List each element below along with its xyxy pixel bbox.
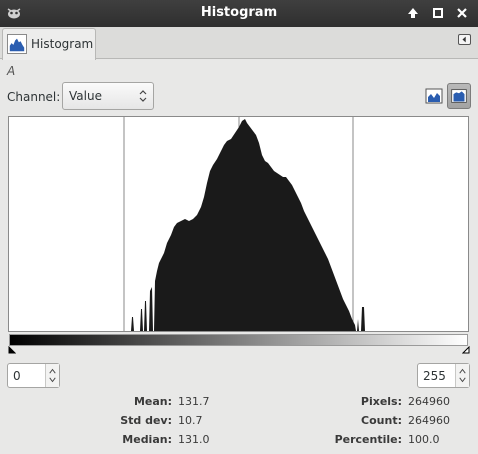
log-histogram-button[interactable] bbox=[447, 83, 471, 109]
high-range-handle[interactable] bbox=[462, 346, 470, 354]
spin-arrows-icon[interactable] bbox=[45, 364, 59, 387]
count-value: 264960 bbox=[408, 414, 450, 427]
range-low-spinner[interactable]: 0 bbox=[7, 363, 60, 388]
maximize-icon[interactable] bbox=[431, 6, 445, 20]
channel-value: Value bbox=[69, 89, 102, 103]
histogram-fill bbox=[9, 119, 468, 331]
median-label: Median: bbox=[122, 433, 172, 446]
stddev-label: Std dev: bbox=[120, 414, 172, 427]
histogram-chart bbox=[9, 117, 468, 331]
histogram-icon bbox=[7, 34, 27, 54]
close-icon[interactable] bbox=[455, 6, 469, 20]
range-high-spinner[interactable]: 255 bbox=[417, 363, 470, 388]
pixels-value: 264960 bbox=[408, 395, 450, 408]
histogram-plot[interactable] bbox=[8, 116, 469, 332]
range-high-value: 255 bbox=[423, 369, 446, 383]
keep-above-icon[interactable] bbox=[406, 6, 420, 20]
window-titlebar: Histogram bbox=[0, 0, 478, 27]
tab-label: Histogram bbox=[31, 37, 94, 51]
pixels-label: Pixels: bbox=[360, 395, 402, 408]
tab-histogram[interactable]: Histogram bbox=[2, 28, 96, 60]
mean-value: 131.7 bbox=[178, 395, 210, 408]
mean-label: Mean: bbox=[133, 395, 172, 408]
spin-arrows-icon[interactable] bbox=[455, 364, 469, 387]
median-value: 131.0 bbox=[178, 433, 210, 446]
value-gradient-bar bbox=[9, 334, 468, 346]
channel-select[interactable]: Value bbox=[62, 82, 154, 110]
percentile-value: 100.0 bbox=[408, 433, 440, 446]
range-low-value: 0 bbox=[13, 369, 21, 383]
low-range-handle[interactable] bbox=[8, 346, 16, 354]
channel-label: Channel: bbox=[7, 90, 61, 104]
layer-name: A bbox=[7, 64, 16, 78]
updown-arrows-icon bbox=[139, 90, 147, 102]
linear-histogram-button[interactable] bbox=[422, 83, 446, 109]
stddev-value: 10.7 bbox=[178, 414, 203, 427]
percentile-label: Percentile: bbox=[334, 433, 402, 446]
dock-tabstrip: Histogram bbox=[0, 27, 478, 60]
count-label: Count: bbox=[361, 414, 402, 427]
tab-menu-icon[interactable] bbox=[458, 34, 471, 45]
